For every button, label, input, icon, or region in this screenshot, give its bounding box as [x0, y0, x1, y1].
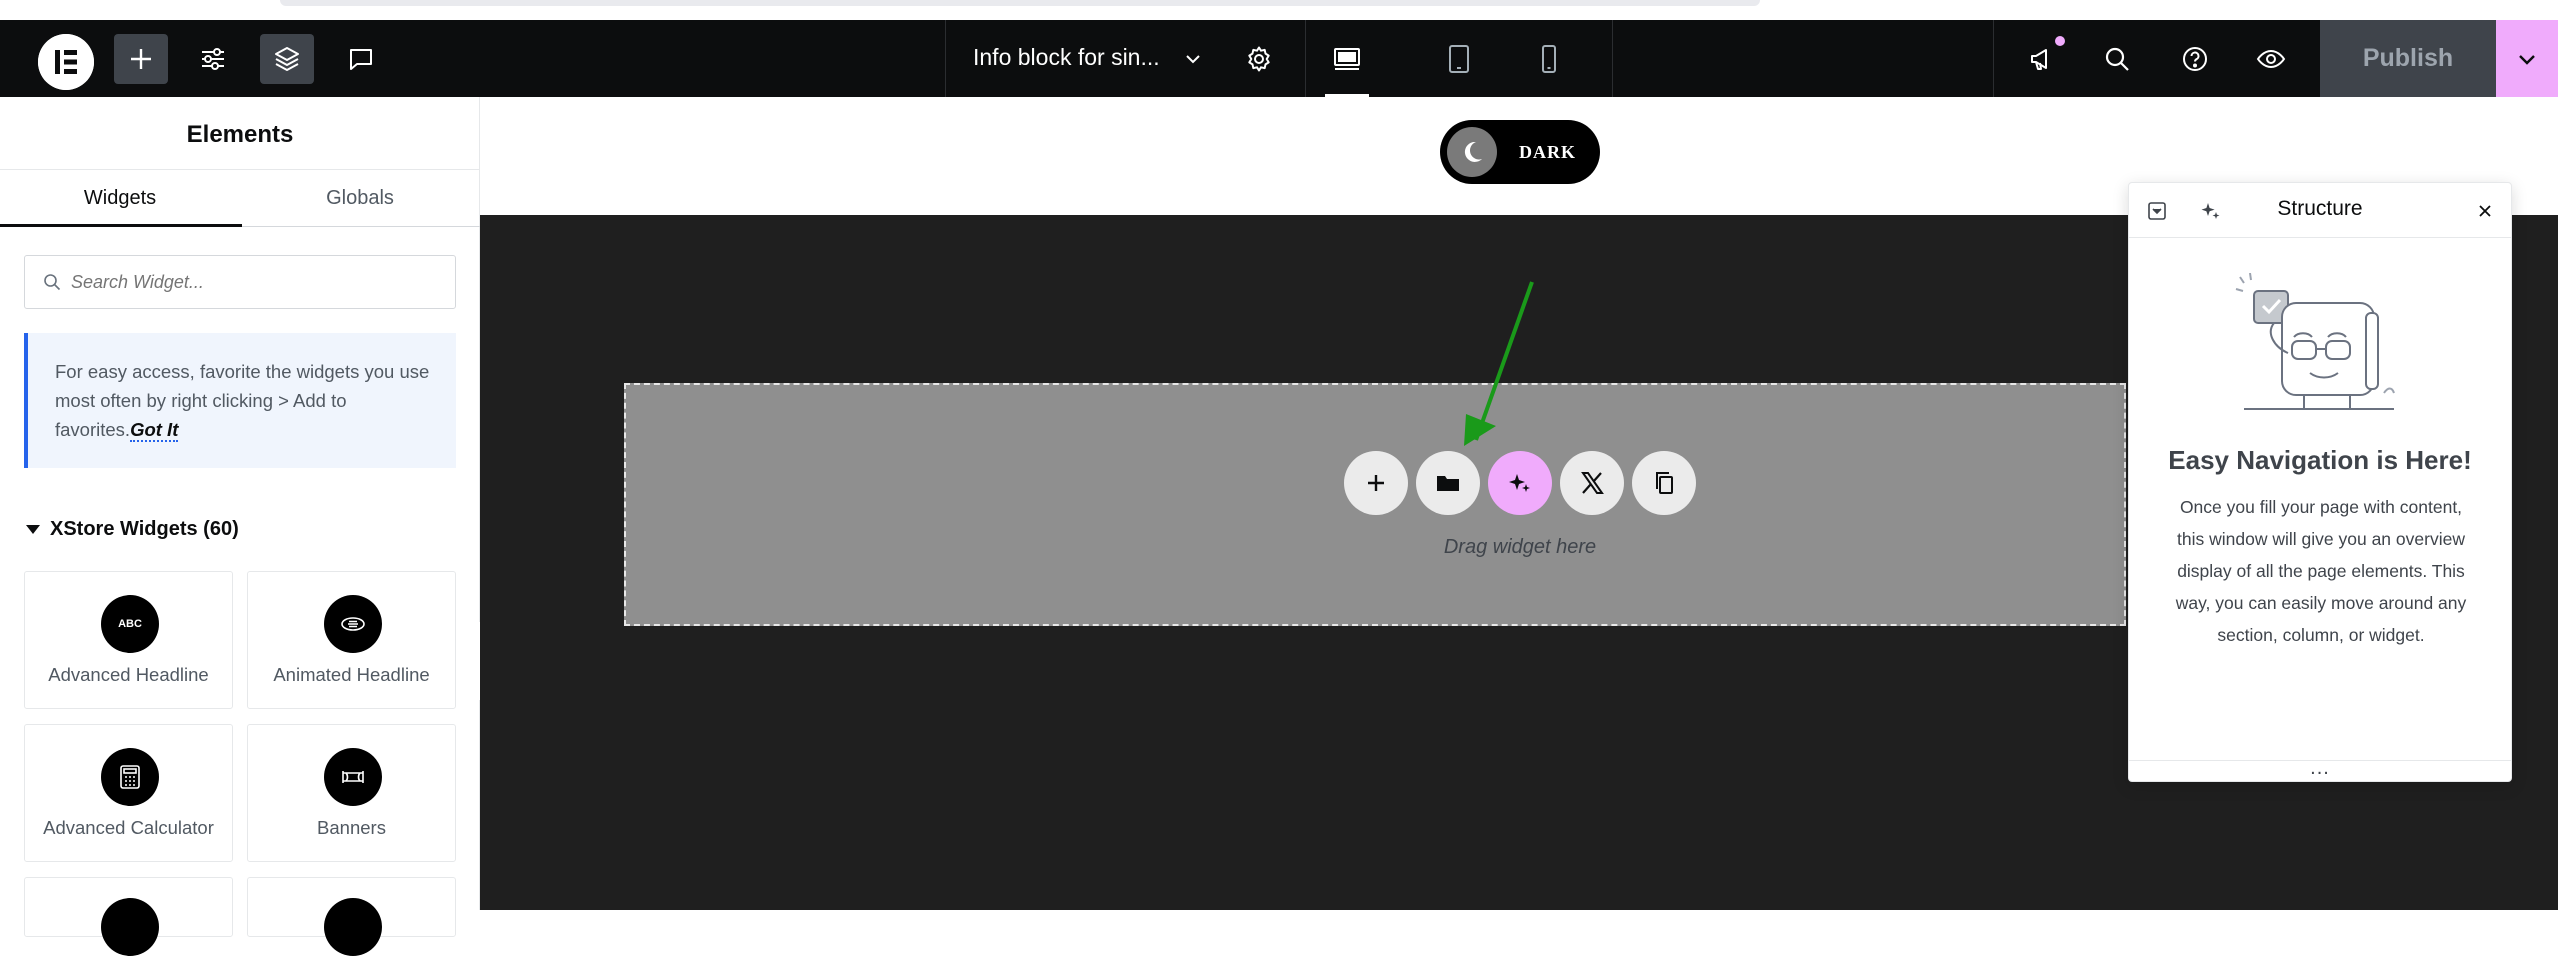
sliders-icon	[202, 48, 224, 70]
publish-options-button[interactable]	[2496, 20, 2558, 97]
layers-icon	[275, 47, 299, 71]
help-circle-icon	[2183, 47, 2207, 71]
panel-title: Elements	[186, 121, 294, 148]
chevron-down-icon	[1186, 55, 1200, 64]
resize-handle[interactable]: ...	[2129, 758, 2511, 778]
widget-category-header[interactable]: XStore Widgets (60)	[26, 518, 239, 541]
tab-globals[interactable]: Globals	[240, 187, 480, 210]
mobile-icon	[1542, 45, 1556, 73]
widget-label: Banners	[317, 817, 386, 838]
structure-empty-heading: Easy Navigation is Here!	[2168, 445, 2472, 475]
animated-headline-icon	[324, 595, 382, 653]
address-bar-edge	[280, 0, 1760, 6]
sparkles-icon	[1509, 474, 1530, 492]
desktop-icon	[1334, 48, 1360, 70]
chevron-down-icon	[2519, 54, 2535, 65]
widget-icon	[101, 898, 159, 956]
close-icon	[2479, 205, 2491, 217]
notice-text: For easy access, favorite the widgets yo…	[55, 361, 430, 440]
toggle-knob	[1447, 127, 1497, 177]
banner-icon	[324, 748, 382, 806]
caret-down-icon	[26, 525, 40, 534]
copy-icon	[1656, 472, 1673, 494]
notes-button[interactable]	[334, 34, 388, 84]
widget-label: Advanced Calculator	[43, 817, 214, 838]
folder-icon	[1437, 476, 1459, 491]
comment-icon	[350, 49, 372, 70]
add-element-button[interactable]	[114, 34, 168, 84]
browser-top-strip	[0, 0, 2558, 20]
abc-icon: ABC	[101, 595, 159, 653]
annotation-arrow-icon	[1464, 281, 1534, 446]
search-input[interactable]	[71, 271, 431, 293]
plus-icon	[1368, 475, 1384, 491]
structure-title: Structure	[2277, 197, 2363, 220]
search-icon	[2105, 47, 2129, 71]
widget-animated-headline[interactable]: Animated Headline	[247, 571, 456, 709]
topbar-divider	[1612, 20, 1613, 97]
mobile-view-button[interactable]	[1522, 34, 1576, 84]
x-widget-button[interactable]	[1560, 451, 1624, 515]
tablet-view-button[interactable]	[1432, 34, 1486, 84]
widget-advanced-calculator[interactable]: Advanced Calculator	[24, 724, 233, 862]
megaphone-icon	[2031, 49, 2047, 70]
calculator-icon	[101, 748, 159, 806]
widget-label: Animated Headline	[273, 664, 430, 685]
preview-button[interactable]	[2244, 34, 2298, 84]
topbar-divider	[1993, 20, 1994, 97]
gear-icon	[1248, 46, 1270, 72]
eye-icon	[2256, 49, 2286, 69]
widget-search[interactable]	[24, 255, 456, 309]
help-button[interactable]	[2168, 34, 2222, 84]
active-tab-indicator	[0, 224, 242, 227]
dark-mode-toggle[interactable]: DARK	[1440, 120, 1600, 184]
finder-button[interactable]	[2090, 34, 2144, 84]
site-settings-button[interactable]	[186, 34, 240, 84]
widget-banners[interactable]: Banners	[247, 724, 456, 862]
toggle-label: DARK	[1519, 141, 1576, 162]
page-settings-button[interactable]	[1232, 34, 1286, 84]
close-structure-button[interactable]	[2471, 197, 2499, 225]
add-section-button[interactable]	[1344, 451, 1408, 515]
structure-empty-text: Once you fill your page with content, th…	[2175, 497, 2467, 645]
moon-icon	[1464, 141, 1482, 162]
widget-icon	[324, 898, 382, 956]
tablet-icon	[1449, 45, 1469, 73]
structure-panel: Structure Easy Navigation is Here! Once …	[2128, 182, 2512, 782]
x-logo-icon	[1581, 472, 1604, 494]
document-menu-button[interactable]	[1166, 34, 1220, 84]
editor-topbar: Info block for sin... Publish	[0, 20, 2558, 97]
topbar-divider	[945, 20, 946, 97]
plus-icon	[131, 49, 151, 69]
elementor-logo-button[interactable]	[38, 34, 94, 90]
topbar-divider	[1305, 20, 1306, 97]
got-it-link[interactable]: Got It	[130, 419, 179, 442]
ai-generate-button[interactable]	[1488, 451, 1552, 515]
publish-button[interactable]: Publish	[2320, 20, 2496, 97]
widget-card-partial[interactable]	[247, 877, 456, 956]
notification-dot	[2055, 36, 2065, 46]
elements-panel: Elements Widgets Globals For easy access…	[0, 97, 480, 956]
category-label: XStore Widgets (60)	[50, 518, 239, 540]
structure-button[interactable]	[260, 34, 314, 84]
navigation-illustration-icon	[2235, 273, 2395, 410]
search-icon	[44, 274, 61, 291]
drop-hint-text: Drag widget here	[1443, 536, 1597, 558]
divider	[0, 169, 480, 170]
structure-panel-header: Structure	[2129, 183, 2511, 238]
widget-advanced-headline[interactable]: ABC Advanced Headline	[24, 571, 233, 709]
add-template-button[interactable]	[1416, 451, 1480, 515]
desktop-view-button[interactable]	[1320, 34, 1374, 84]
tab-widgets[interactable]: Widgets	[0, 187, 240, 210]
paste-button[interactable]	[1632, 451, 1696, 515]
elementor-logo-icon	[38, 34, 94, 90]
document-title[interactable]: Info block for sin...	[973, 44, 1160, 71]
favorites-notice: For easy access, favorite the widgets yo…	[24, 333, 456, 468]
widget-card-partial[interactable]	[24, 877, 233, 956]
widget-label: Advanced Headline	[48, 664, 209, 685]
